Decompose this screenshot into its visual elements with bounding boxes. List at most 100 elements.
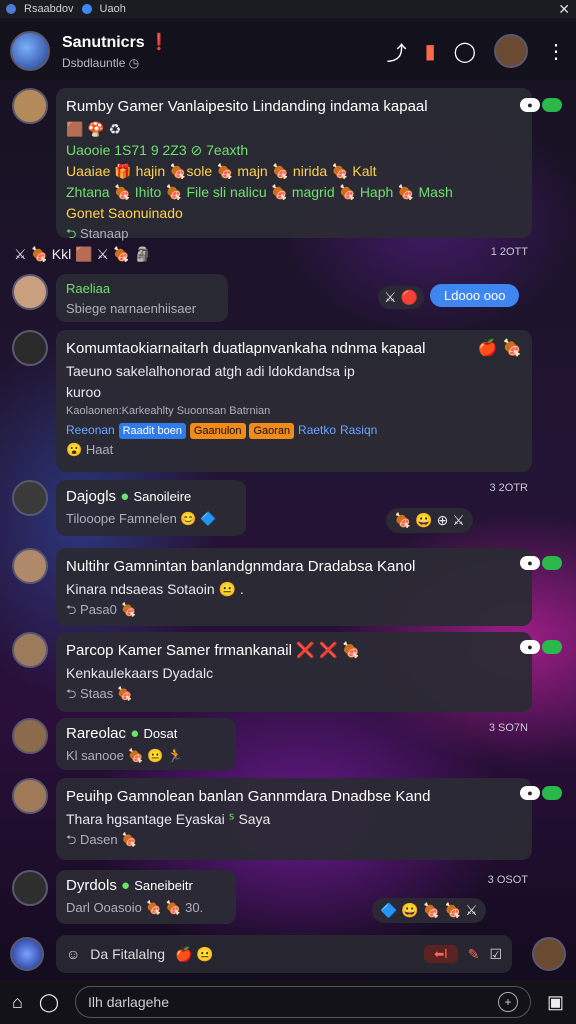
emoji-icon[interactable]: ☺: [66, 946, 80, 962]
browser-strip: Rsaabdov Uaoh ✕: [0, 0, 576, 18]
message-input[interactable]: ☺ Da Fitalalng 🍎 😐 ⬅Ⅰ ✎ ☑: [56, 935, 512, 973]
user-avatar[interactable]: [532, 937, 566, 971]
more-icon[interactable]: ⋮: [546, 39, 566, 64]
composer: ☺ Da Fitalalng 🍎 😐 ⬅Ⅰ ✎ ☑: [0, 930, 576, 978]
home-icon[interactable]: ⌂: [12, 992, 23, 1013]
tab-label[interactable]: Rsaabdov: [24, 3, 74, 15]
tag-link[interactable]: Rasiqn: [340, 423, 377, 437]
message-bubble: Peuihp Gamnolean banlan Gannmdara Dnadbs…: [56, 778, 532, 860]
status-icon: ●: [130, 725, 140, 742]
message-line: Darl Ooasoio 🍖 🍖 30.: [66, 899, 204, 915]
clock-icon: ◷: [128, 56, 140, 70]
message-line: Tilooope Famnelen 😊 🔷: [66, 510, 217, 526]
message-title: Nultihr Gamnintan banlandgnmdara Dradabs…: [66, 558, 416, 575]
message-footer: ⮌ Stanaap: [66, 225, 129, 241]
edit-icon[interactable]: ✎: [468, 946, 480, 963]
tab-icon: [6, 4, 16, 14]
channel-title: Sanutnicrs ❗: [62, 34, 170, 51]
timestamp: 3 OSOT: [487, 874, 528, 886]
chat-header: Sanutnicrs ❗ Dsbdlauntle ◷ ⤴ ▮ ◯ ⋮: [0, 22, 576, 80]
bottom-bar: ⌂ ◯ Ilh darlagehe + ▣: [0, 980, 576, 1024]
channel-avatar[interactable]: [10, 31, 50, 71]
bag-icon[interactable]: ▣: [547, 992, 564, 1013]
tag[interactable]: Gaoran: [249, 423, 295, 439]
tab2-icon: [81, 4, 92, 14]
message-line: Uaaiae 🎁 hajin 🍖sole 🍖 majn 🍖 nirida 🍖 K…: [66, 162, 377, 179]
status-pills: ●: [520, 786, 562, 800]
tag-link[interactable]: Raetko: [298, 423, 336, 437]
add-icon[interactable]: +: [497, 992, 518, 1012]
send-button[interactable]: ⬅Ⅰ: [424, 945, 458, 963]
online-badge: [542, 556, 562, 570]
message-footer: ⮌ Pasa0 🍖: [66, 601, 137, 617]
stats-icon[interactable]: ▮: [425, 39, 436, 64]
timestamp: 3 SO7N: [488, 722, 528, 734]
emoji-badges: 🍎 🍖: [477, 340, 522, 357]
message-title: Parcop Kamer Samer frmankanail ❌ ❌ 🍖: [66, 642, 361, 659]
message-line: Taeuno sakelalhonorad atgh adi ldokdands…: [66, 362, 355, 379]
message-footer: 😮 Haat: [66, 442, 114, 457]
message-title: Peuihp Gamnolean banlan Gannmdara Dnadbs…: [66, 788, 431, 805]
checkbox-icon[interactable]: ☑: [489, 946, 502, 963]
tab2-label[interactable]: Uaoh: [100, 3, 126, 15]
composer-avatar[interactable]: [10, 937, 44, 971]
tag-row: Reeonan Raadit boen Gaanulon Gaoran Raet…: [66, 419, 462, 440]
message-footer: ⮌ Staas 🍖: [66, 685, 134, 701]
chat-icon[interactable]: ◯: [454, 39, 476, 64]
emoji-row: 🟫 🍄 ♻: [66, 120, 122, 137]
input-placeholder: Da Fitalalng: [90, 946, 165, 962]
channel-subtitle: Dsbdlauntle: [62, 56, 126, 70]
reaction-row[interactable]: ⚔ 🔴: [378, 286, 424, 309]
search-placeholder: Ilh darlagehe: [88, 994, 169, 1010]
avatar[interactable]: [12, 778, 48, 814]
message-sub: Kaolaonen:Karkeahlty Suoonsan Batrnian: [66, 404, 271, 417]
warning-icon: ❗: [149, 34, 170, 51]
online-badge: [542, 786, 562, 800]
message-title: Dajogls ● Sanoileire: [66, 488, 192, 505]
timestamp: 1 2OTT: [490, 246, 528, 258]
avatar[interactable]: [12, 88, 48, 124]
reaction-row[interactable]: 🔷 😀 🍖 🍖 ⚔: [372, 898, 486, 923]
profile-avatar[interactable]: [494, 34, 528, 68]
status-pills: ●: [520, 640, 562, 654]
message-bubble: Nultihr Gamnintan banlandgnmdara Dradabs…: [56, 548, 532, 626]
share-icon[interactable]: ⤴: [387, 37, 407, 66]
message-line: Kl sanooe 🍖 😐 🏃: [66, 747, 184, 763]
message-title: Rareolac ● Dosat: [66, 725, 178, 742]
action-button[interactable]: Ldooo ooo: [430, 284, 520, 307]
bubble-icon: ●: [520, 98, 540, 112]
avatar[interactable]: [12, 330, 48, 366]
status-pills: ●: [520, 98, 562, 112]
message-title: Komumtaokiarnaitarh duatlapnvankaha ndnm…: [66, 340, 426, 357]
bubble-icon: ●: [520, 556, 540, 570]
message-line: Zhtana 🍖 Ihito 🍖 File sli nalicu 🍖 magri…: [66, 183, 453, 200]
search-input[interactable]: Ilh darlagehe +: [75, 986, 531, 1018]
emoji-strip-content: ⚔ 🍖 Kkl 🟫 ⚔ 🍖 🗿: [14, 246, 152, 262]
chat-bubble-icon[interactable]: ◯: [39, 992, 59, 1013]
tag[interactable]: Raadit boen: [118, 423, 186, 439]
avatar[interactable]: [12, 870, 48, 906]
avatar[interactable]: [12, 718, 48, 754]
avatar[interactable]: [12, 548, 48, 584]
message-line: Thara hgsantage Eyaskai ᔆ Saya: [66, 810, 271, 827]
message-line: Gonet Saonuinado: [66, 204, 183, 221]
message-line: kuroo: [66, 383, 102, 400]
message-bubble: Komumtaokiarnaitarh duatlapnvankaha ndnm…: [56, 330, 532, 472]
close-icon[interactable]: ✕: [558, 1, 570, 18]
message-title: Dyrdols ● Saneibeitr: [66, 877, 193, 894]
message-feed[interactable]: Rumby Gamer Vanlaipesito Lindanding inda…: [0, 84, 576, 926]
avatar[interactable]: [12, 274, 48, 310]
emoji-decor: 🍎 😐: [175, 945, 214, 962]
message-bubble: Dajogls ● Sanoileire Tilooope Famnelen 😊…: [56, 480, 246, 536]
status-pills: ●: [520, 556, 562, 570]
message-bubble: Dyrdols ● Saneibeitr Darl Ooasoio 🍖 🍖 30…: [56, 870, 236, 924]
avatar[interactable]: [12, 632, 48, 668]
message-title: Rumby Gamer Vanlaipesito Lindanding inda…: [66, 98, 428, 115]
online-badge: [542, 640, 562, 654]
message-bubble: Raeliaa Sbiege narnaenhiisaer: [56, 274, 228, 322]
bubble-icon: ●: [520, 640, 540, 654]
tag[interactable]: Gaanulon: [189, 423, 246, 439]
tag-link[interactable]: Reeonan: [66, 423, 115, 437]
reaction-row[interactable]: 🍖 😀 ⊕ ⚔: [386, 508, 473, 533]
avatar[interactable]: [12, 480, 48, 516]
